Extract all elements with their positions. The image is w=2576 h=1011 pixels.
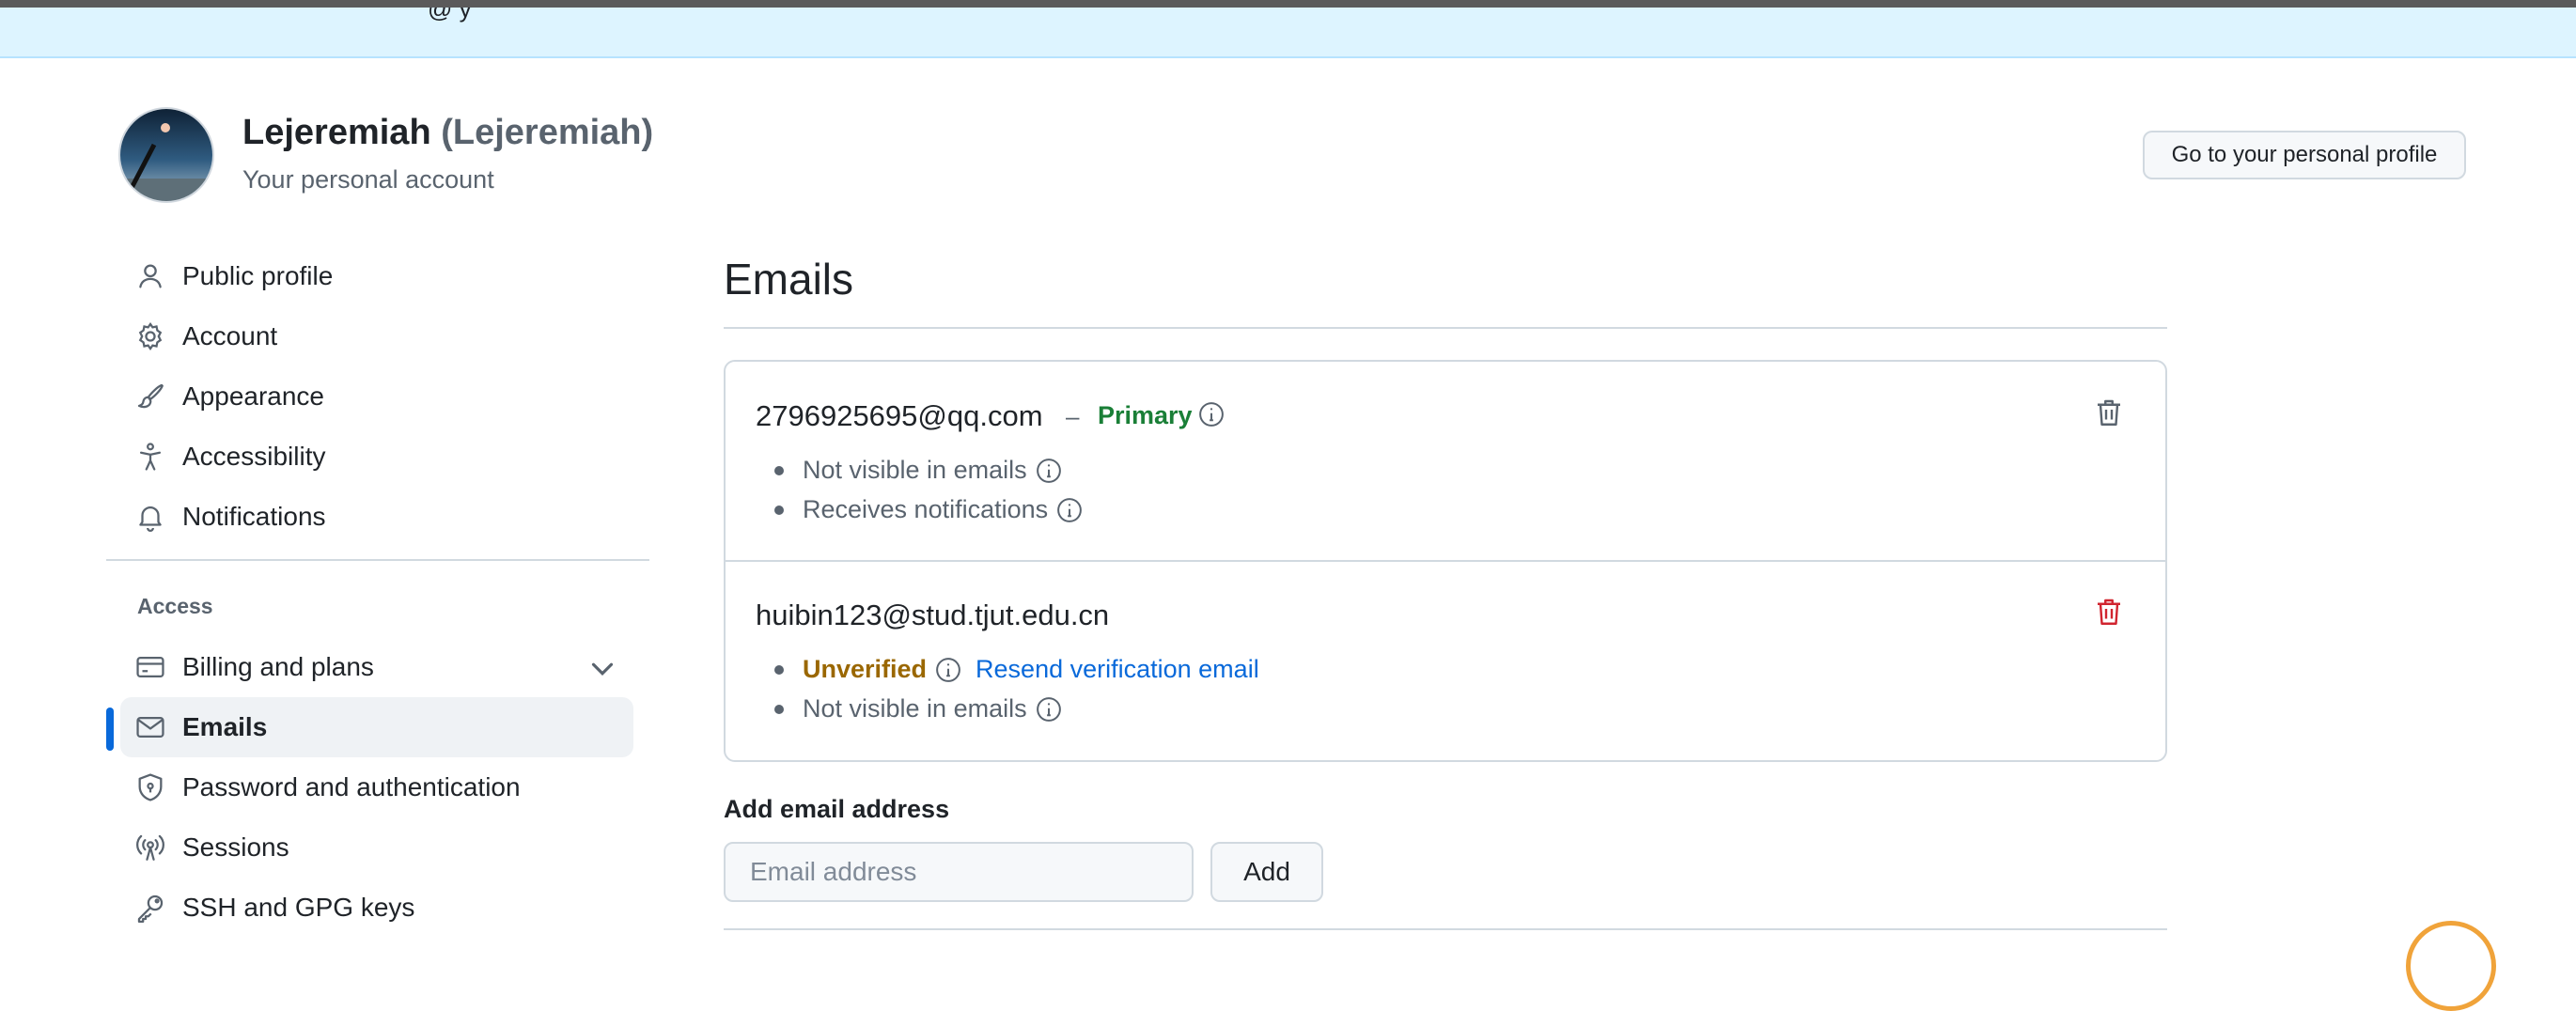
sidebar-item-emails[interactable]: Emails [120,697,633,757]
primary-badge: Primary [1098,401,1193,429]
account-name: Lejeremiah (Lejeremiah) [242,113,653,153]
person-icon [120,246,180,306]
info-icon[interactable] [1197,400,1226,428]
email-address-secondary: huibin123@stud.tjut.edu.cn [756,599,1110,631]
add-email-label: Add email address [724,795,950,823]
banner-text: @ y [428,8,472,23]
sidebar-item-label: Accessibility [182,442,326,471]
sidebar-item-account[interactable]: Account [120,306,633,366]
notice-banner: @ y [0,8,2576,58]
avatar[interactable] [120,109,212,201]
paintbrush-icon [120,366,180,427]
email-detail: Receives notifications [774,495,1084,524]
email-detail: Not visible in emails [774,456,1063,485]
title-divider [724,327,2167,329]
account-login: (Lejeremiah) [441,113,654,152]
info-icon[interactable] [1035,457,1063,485]
sidebar-item-label: Account [182,321,278,350]
bullet [774,505,784,515]
sidebar-item-accessibility[interactable]: Accessibility [120,427,633,487]
sidebar-item-label: Password and authentication [182,772,521,801]
page-title: Emails [724,255,854,303]
info-icon[interactable] [1055,496,1084,524]
email-list: 2796925695@qq.com – Primary Not visible … [724,360,2167,762]
email-separator: – [1066,402,1080,430]
sidebar-item-label: Public profile [182,261,334,290]
info-icon[interactable] [934,656,962,684]
bullet [774,664,784,675]
key-icon [120,878,180,938]
sidebar-item-notifications[interactable]: Notifications [120,487,633,547]
chevron-down-icon[interactable] [585,651,620,687]
email-row-divider [726,560,2165,562]
mail-icon [120,697,180,757]
broadcast-icon [120,817,180,878]
sidebar-item-password-authentication[interactable]: Password and authentication [120,757,633,817]
accessibility-icon [120,427,180,487]
selected-indicator [106,708,114,751]
email-address-input[interactable] [724,842,1194,902]
sidebar-item-label: SSH and GPG keys [182,893,415,922]
sidebar-item-ssh-gpg-keys[interactable]: SSH and GPG keys [120,878,633,938]
bell-icon [120,487,180,547]
floating-widget[interactable] [2406,921,2496,1011]
sidebar-item-label: Sessions [182,832,289,862]
unverified-status: Unverified [803,655,928,683]
bullet [774,465,784,475]
go-to-profile-button[interactable]: Go to your personal profile [2143,131,2466,179]
section-divider [724,928,2167,930]
sidebar-item-appearance[interactable]: Appearance [120,366,633,427]
sidebar-group-access-title: Access [137,594,213,618]
sidebar-item-sessions[interactable]: Sessions [120,817,633,878]
sidebar-divider [106,559,649,561]
trash-icon[interactable] [2092,396,2126,429]
account-display-name: Lejeremiah [242,113,431,152]
gear-icon [120,306,180,366]
email-detail-text: Not visible in emails [803,456,1027,484]
account-subtitle: Your personal account [242,165,494,194]
credit-card-icon [120,637,180,697]
email-detail: Not visible in emails [774,694,1063,723]
shield-lock-icon [120,757,180,817]
trash-icon[interactable] [2092,595,2126,629]
add-email-button[interactable]: Add [1210,842,1323,902]
window-top-edge [0,0,2576,8]
sidebar-item-billing[interactable]: Billing and plans [120,637,633,697]
sidebar-item-label: Notifications [182,502,326,531]
info-icon[interactable] [1035,695,1063,723]
email-detail-text: Not visible in emails [803,694,1027,723]
email-detail-text: Receives notifications [803,495,1049,523]
resend-verification-link[interactable]: Resend verification email [976,655,1259,684]
sidebar-item-label: Emails [182,712,268,741]
email-detail: Unverified Resend verification email [774,655,1259,684]
sidebar-item-label: Billing and plans [182,652,374,681]
sidebar-item-public-profile[interactable]: Public profile [120,246,633,306]
email-address-primary: 2796925695@qq.com [756,399,1043,432]
bullet [774,704,784,714]
sidebar-item-label: Appearance [182,381,325,411]
